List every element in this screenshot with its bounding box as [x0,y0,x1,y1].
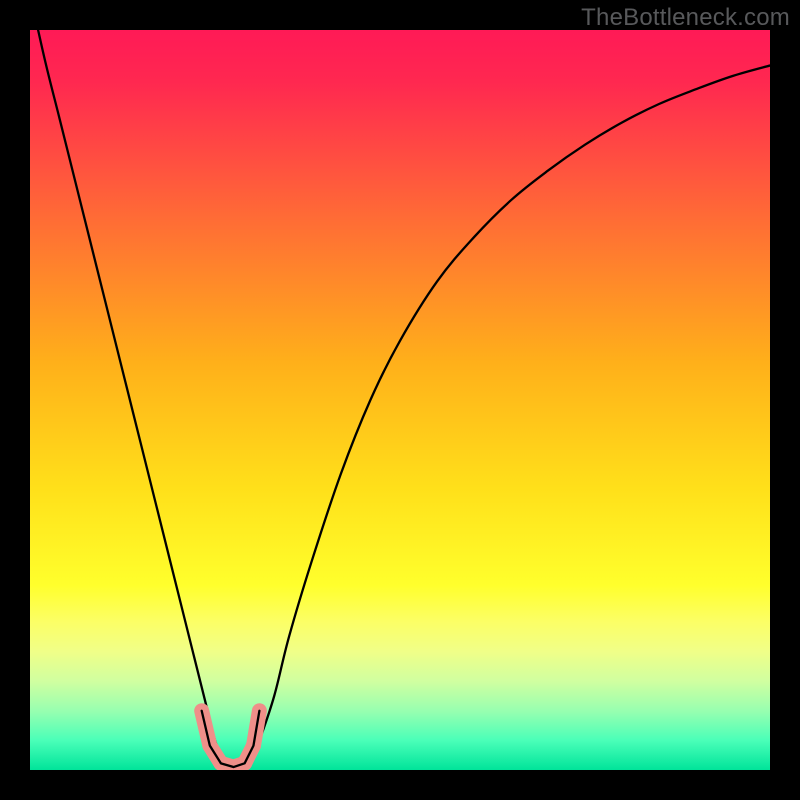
plot-area [30,30,770,770]
chart-frame: TheBottleneck.com [0,0,800,800]
attribution-link[interactable]: TheBottleneck.com [581,4,790,32]
background-gradient [30,30,770,770]
